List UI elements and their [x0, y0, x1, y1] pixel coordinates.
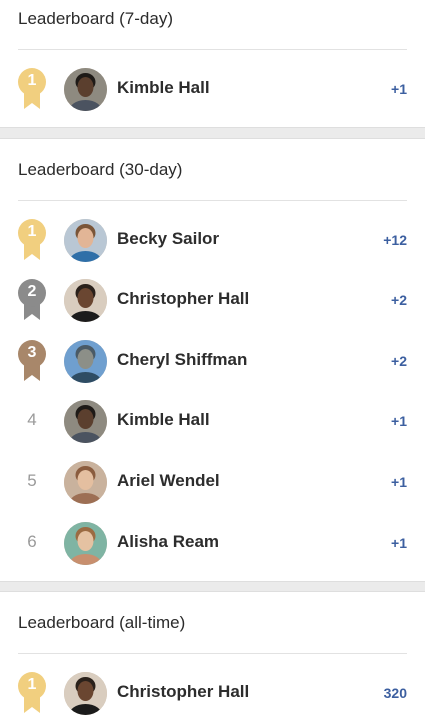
user-name[interactable]: Ariel Wendel [117, 471, 220, 491]
leaderboard-alltime-title: Leaderboard (all-time) [18, 613, 186, 632]
score-value: +1 [391, 474, 407, 490]
rank-number: 1 [27, 223, 37, 240]
leaderboard-7day-card: Leaderboard (7-day) 1 Kimble Hall +1 [0, 0, 425, 128]
score-value: +1 [391, 413, 407, 429]
rank-badge: 1 [17, 67, 47, 111]
score-value: +2 [391, 292, 407, 308]
avatar[interactable] [64, 522, 107, 565]
user-name[interactable]: Cheryl Shiffman [117, 350, 247, 370]
score-value: +1 [391, 535, 407, 551]
avatar[interactable] [64, 279, 107, 322]
score-value: 320 [383, 685, 407, 701]
score-value: +12 [383, 232, 407, 248]
score-value: +1 [391, 81, 407, 97]
rank-number: 5 [27, 471, 37, 490]
leaderboard-row[interactable]: 4 Kimble Hall +1 [0, 391, 425, 451]
leaderboard-row[interactable]: 1 Becky Sailor +12 [0, 210, 425, 270]
rank-number: 2 [27, 283, 37, 300]
divider [18, 200, 407, 201]
rank-badge: 5 [17, 460, 47, 504]
avatar[interactable] [64, 340, 107, 383]
rank-number: 1 [27, 676, 37, 693]
leaderboard-7day-title: Leaderboard (7-day) [18, 9, 173, 28]
avatar[interactable] [64, 400, 107, 443]
user-name[interactable]: Becky Sailor [117, 229, 219, 249]
user-name[interactable]: Kimble Hall [117, 78, 210, 98]
rank-badge: 2 [17, 278, 47, 322]
user-name[interactable]: Christopher Hall [117, 289, 249, 309]
avatar[interactable] [64, 68, 107, 111]
avatar[interactable] [64, 672, 107, 715]
rank-number: 3 [27, 344, 37, 361]
divider [18, 49, 407, 50]
user-name[interactable]: Christopher Hall [117, 682, 249, 702]
rank-badge: 6 [17, 521, 47, 565]
rank-badge: 1 [17, 218, 47, 262]
leaderboard-row[interactable]: 1 Christopher Hall 320 [0, 663, 425, 720]
leaderboard-30day-card: Leaderboard (30-day) 1 Becky Sailor +12 2 C… [0, 138, 425, 582]
score-value: +2 [391, 353, 407, 369]
rank-number: 6 [27, 532, 37, 551]
leaderboard-row[interactable]: 5 Ariel Wendel +1 [0, 452, 425, 512]
avatar[interactable] [64, 219, 107, 262]
user-name[interactable]: Alisha Ream [117, 532, 219, 552]
rank-badge: 1 [17, 671, 47, 715]
leaderboard-alltime-card: Leaderboard (all-time) 1 Christopher Hall… [0, 591, 425, 720]
user-name[interactable]: Kimble Hall [117, 410, 210, 430]
rank-badge: 4 [17, 399, 47, 443]
leaderboard-page: Leaderboard (7-day) 1 Kimble Hall +1 Leade… [0, 0, 425, 720]
rank-number: 1 [27, 72, 37, 89]
rank-number: 4 [27, 410, 37, 429]
leaderboard-30day-title: Leaderboard (30-day) [18, 160, 183, 179]
leaderboard-row[interactable]: 3 Cheryl Shiffman +2 [0, 331, 425, 391]
leaderboard-row[interactable]: 1 Kimble Hall +1 [0, 59, 425, 119]
avatar[interactable] [64, 461, 107, 504]
leaderboard-row[interactable]: 6 Alisha Ream +1 [0, 513, 425, 573]
rank-badge: 3 [17, 339, 47, 383]
leaderboard-row[interactable]: 2 Christopher Hall +2 [0, 270, 425, 330]
divider [18, 653, 407, 654]
